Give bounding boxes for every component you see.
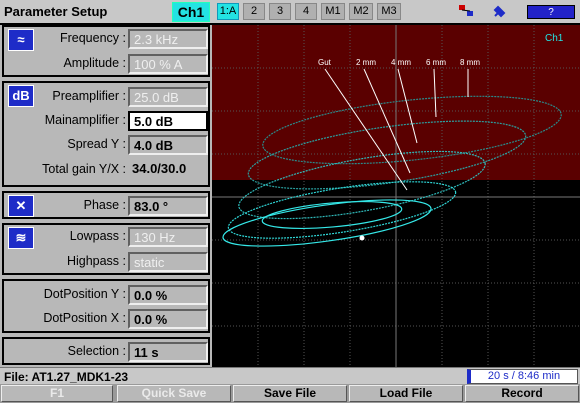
total-gain-value: 34.0/30.0 [132, 161, 187, 176]
lowpass-field[interactable]: 130 Hz [128, 227, 208, 247]
tab-4[interactable]: 4 [295, 3, 317, 20]
preamplifier-row: Preamplifier : 25.0 dB [4, 86, 208, 108]
lowpass-label: Lowpass : [69, 229, 126, 243]
title-bar: Parameter Setup Ch1 [0, 0, 212, 25]
save-file-button[interactable]: Save File [233, 385, 347, 402]
highpass-row: Highpass : static [4, 251, 208, 273]
record-button[interactable]: Record [465, 385, 579, 402]
tab-m3[interactable]: M3 [377, 3, 401, 20]
phase-label: Phase : [83, 198, 126, 212]
spread-y-label: Spread Y : [67, 137, 126, 151]
frequency-label: Frequency : [59, 31, 126, 45]
highpass-field[interactable]: static [128, 252, 208, 272]
dot-y-label: DotPosition Y : [43, 287, 126, 301]
signal-display[interactable]: Ch1 Gut 2 mm 4 mm 6 mm 8 mm [212, 25, 580, 367]
frequency-section: ≈ Frequency : 2.3 kHz Amplitude : 100 % … [2, 25, 210, 77]
mainamplifier-row: Mainamplifier : 5.0 dB [4, 110, 208, 132]
file-name: File: AT1.27_MDK1-23 [4, 370, 129, 384]
tab-3[interactable]: 3 [269, 3, 291, 20]
gain-section: dB Preamplifier : 25.0 dB Mainamplifier … [2, 81, 210, 187]
amplitude-row: Amplitude : 100 % A [4, 53, 208, 75]
label-6mm: 6 mm [426, 58, 446, 67]
network-icon [457, 3, 475, 22]
dot-x-row: DotPosition X : 0.0 % [4, 308, 208, 330]
amplitude-label: Amplitude : [63, 56, 126, 70]
mainamplifier-label: Mainamplifier : [44, 113, 126, 127]
help-button[interactable]: ? [527, 5, 575, 19]
label-8mm: 8 mm [460, 58, 480, 67]
selection-field[interactable]: 11 s [128, 342, 208, 362]
impedance-plane-svg: Ch1 Gut 2 mm 4 mm 6 mm 8 mm [212, 25, 580, 367]
dot-x-field[interactable]: 0.0 % [128, 309, 208, 329]
load-file-button[interactable]: Load File [349, 385, 463, 402]
channel-tab-bar: 1:A 2 3 4 M1 M2 M3 [212, 0, 580, 25]
phase-row: Phase : 83.0 ° [4, 195, 208, 217]
tab-m1[interactable]: M1 [321, 3, 345, 20]
tab-2[interactable]: 2 [243, 3, 265, 20]
dot-marker [359, 235, 365, 241]
spread-y-row: Spread Y : 4.0 dB [4, 134, 208, 156]
amplitude-field[interactable]: 100 % A [128, 54, 208, 74]
dot-position-section: DotPosition Y : 0.0 % DotPosition X : 0.… [2, 279, 210, 333]
dot-y-row: DotPosition Y : 0.0 % [4, 284, 208, 306]
selection-label: Selection : [67, 344, 126, 358]
total-gain-label: Total gain Y/X : [42, 162, 126, 176]
phase-section: ✕ Phase : 83.0 ° [2, 191, 210, 219]
dot-x-label: DotPosition X : [43, 311, 126, 325]
tab-1a[interactable]: 1:A [217, 3, 239, 20]
lowpass-row: Lowpass : 130 Hz [4, 226, 208, 248]
quick-save-button[interactable]: Quick Save [117, 385, 231, 402]
selection-section: Selection : 11 s [2, 337, 210, 365]
plot-channel-label: Ch1 [545, 33, 564, 44]
preamplifier-field[interactable]: 25.0 dB [128, 87, 208, 107]
phase-field[interactable]: 83.0 ° [128, 196, 208, 216]
filter-section: ≋ Lowpass : 130 Hz Highpass : static [2, 223, 210, 275]
page-title: Parameter Setup [4, 4, 108, 19]
power-plug-icon [492, 3, 508, 22]
status-bar: File: AT1.27_MDK1-23 20 s / 8:46 min [0, 367, 580, 385]
mainamplifier-field[interactable]: 5.0 dB [128, 111, 208, 131]
label-2mm: 2 mm [356, 58, 376, 67]
dot-y-field[interactable]: 0.0 % [128, 285, 208, 305]
parameter-panel: ≈ Frequency : 2.3 kHz Amplitude : 100 % … [0, 25, 212, 367]
channel-badge[interactable]: Ch1 [172, 2, 210, 22]
frequency-row: Frequency : 2.3 kHz [4, 28, 208, 50]
label-4mm: 4 mm [391, 58, 411, 67]
softkey-bar: F1 Quick Save Save File Load File Record [0, 384, 580, 403]
time-indicator: 20 s / 8:46 min [467, 369, 578, 384]
highpass-label: Highpass : [66, 254, 126, 268]
frequency-field[interactable]: 2.3 kHz [128, 29, 208, 49]
total-gain-row: Total gain Y/X : 34.0/30.0 [4, 159, 208, 181]
selection-row: Selection : 11 s [4, 341, 208, 363]
label-gut: Gut [318, 58, 332, 67]
tab-m2[interactable]: M2 [349, 3, 373, 20]
preamplifier-label: Preamplifier : [52, 89, 126, 103]
f1-button[interactable]: F1 [1, 385, 113, 402]
spread-y-field[interactable]: 4.0 dB [128, 135, 208, 155]
